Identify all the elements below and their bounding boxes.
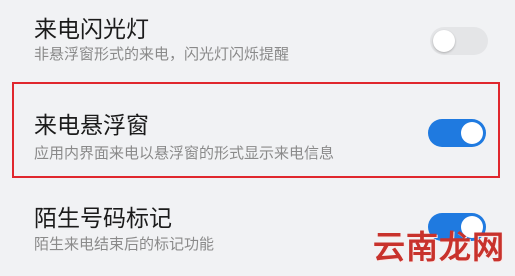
setting-title: 陌生号码标记: [34, 206, 172, 232]
watermark-logo: 云南龙网: [373, 228, 506, 266]
setting-description: 陌生来电结束后的标记功能: [34, 235, 215, 253]
flash-toggle[interactable]: [430, 27, 488, 55]
toggle-knob: [433, 30, 455, 52]
setting-title: 来电闪光灯: [34, 17, 149, 43]
setting-row-incoming-call-flash[interactable]: 来电闪光灯 非悬浮窗形式的来电，闪光灯闪烁提醒: [0, 0, 515, 76]
settings-list: 来电闪光灯 非悬浮窗形式的来电，闪光灯闪烁提醒 来电悬浮窗 应用内界面来电以悬浮…: [0, 0, 515, 276]
setting-description: 应用内界面来电以悬浮窗的形式显示来电信息: [34, 144, 335, 162]
setting-description: 非悬浮窗形式的来电，闪光灯闪烁提醒: [34, 45, 290, 63]
setting-row-incoming-call-floating-window[interactable]: 来电悬浮窗 应用内界面来电以悬浮窗的形式显示来电信息: [0, 82, 515, 180]
floating-window-toggle[interactable]: [428, 119, 486, 147]
toggle-knob: [461, 122, 483, 144]
setting-title: 来电悬浮窗: [34, 113, 149, 139]
